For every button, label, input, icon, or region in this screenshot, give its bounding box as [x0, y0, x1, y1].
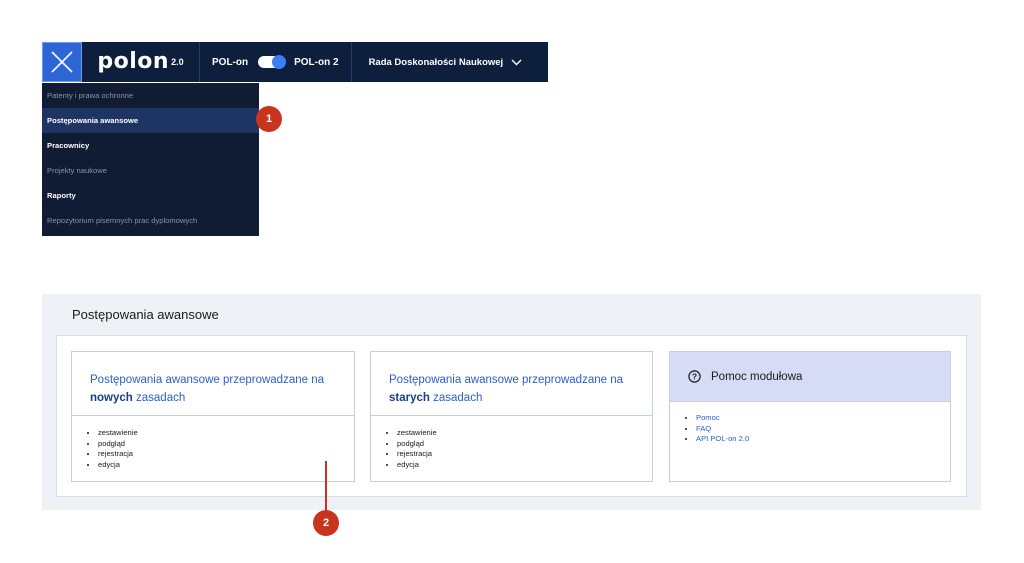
step-marker-2: 2: [313, 510, 339, 536]
card-old-list: zestawienie podgląd rejestracja edycja: [371, 428, 652, 470]
list-item: FAQ: [696, 424, 950, 435]
card-new-title-end: zasadach: [132, 392, 186, 404]
card-new-list: zestawienie podgląd rejestracja edycja: [72, 428, 354, 470]
module-menu: Patenty i prawa ochronne Postępowania aw…: [42, 83, 259, 236]
help-link-pomoc[interactable]: Pomoc: [696, 413, 720, 422]
list-item: rejestracja: [98, 449, 354, 460]
panel-title: Postępowania awansowe: [72, 307, 219, 322]
card-new-title-bold: nowych: [90, 392, 133, 404]
list-item: zestawienie: [98, 428, 354, 439]
card-new-title-start: Postępowania awansowe przeprowadzane na: [90, 374, 324, 386]
menu-item-pracownicy[interactable]: Pracownicy: [42, 133, 259, 158]
logo-text: polon: [97, 48, 170, 74]
list-item: Pomoc: [696, 413, 950, 424]
list-item: podgląd: [98, 439, 354, 450]
version-switch[interactable]: [258, 55, 287, 69]
card-old-rules: Postępowania awansowe przeprowadzane na …: [370, 351, 653, 482]
step-marker-1: 1: [256, 106, 282, 132]
card-old-title-bold: starych: [389, 392, 430, 404]
menu-item-raporty[interactable]: Raporty: [42, 183, 259, 208]
list-item: zestawienie: [397, 428, 652, 439]
card-new-rules: Postępowania awansowe przeprowadzane na …: [71, 351, 355, 482]
menu-item-postepowania[interactable]: Postępowania awansowe: [42, 108, 259, 133]
help-links: Pomoc FAQ API POL-on 2.0: [670, 413, 950, 445]
close-icon: [51, 51, 73, 73]
help-header: ? Pomoc modułowa: [670, 352, 950, 402]
menu-item-patenty[interactable]: Patenty i prawa ochronne: [42, 83, 259, 108]
card-old-title-end: zasadach: [429, 392, 483, 404]
chevron-down-icon: [511, 59, 522, 65]
polon-logo[interactable]: polon 2.0: [82, 42, 200, 82]
top-bar: polon 2.0 POL-on POL-on 2 Rada Doskonało…: [42, 42, 548, 82]
toggle-right-label: POL-on 2: [294, 56, 339, 68]
list-item: podgląd: [397, 439, 652, 450]
card-old-title-start: Postępowania awansowe przeprowadzane na: [389, 374, 623, 386]
toggle-left-label: POL-on: [212, 56, 249, 68]
marker-2-connector: [325, 461, 327, 511]
help-circle-icon: ?: [688, 370, 701, 383]
menu-item-repozytorium[interactable]: Repozytorium pisemnych prac dyplomowych: [42, 208, 259, 233]
list-item: edycja: [98, 460, 354, 471]
card-old-header: Postępowania awansowe przeprowadzane na …: [371, 352, 652, 416]
list-item: rejestracja: [397, 449, 652, 460]
institution-selector[interactable]: Rada Doskonałości Naukowej: [352, 42, 540, 82]
card-module-help: ? Pomoc modułowa Pomoc FAQ API POL-on 2.…: [669, 351, 951, 482]
institution-label: Rada Doskonałości Naukowej: [368, 56, 504, 68]
help-link-api[interactable]: API POL-on 2.0: [696, 434, 749, 443]
svg-text:?: ?: [692, 372, 697, 382]
menu-item-projekty[interactable]: Projekty naukowe: [42, 158, 259, 183]
card-old-link[interactable]: Postępowania awansowe przeprowadzane na …: [389, 374, 623, 404]
list-item: API POL-on 2.0: [696, 434, 950, 445]
card-new-header: Postępowania awansowe przeprowadzane na …: [72, 352, 354, 416]
card-new-link[interactable]: Postępowania awansowe przeprowadzane na …: [90, 374, 324, 404]
close-menu-button[interactable]: [42, 42, 82, 82]
version-toggle: POL-on POL-on 2: [200, 42, 352, 82]
help-link-faq[interactable]: FAQ: [696, 424, 711, 433]
switch-knob: [272, 55, 287, 69]
logo-version: 2.0: [171, 57, 184, 67]
help-title: Pomoc modułowa: [711, 370, 803, 383]
list-item: edycja: [397, 460, 652, 471]
